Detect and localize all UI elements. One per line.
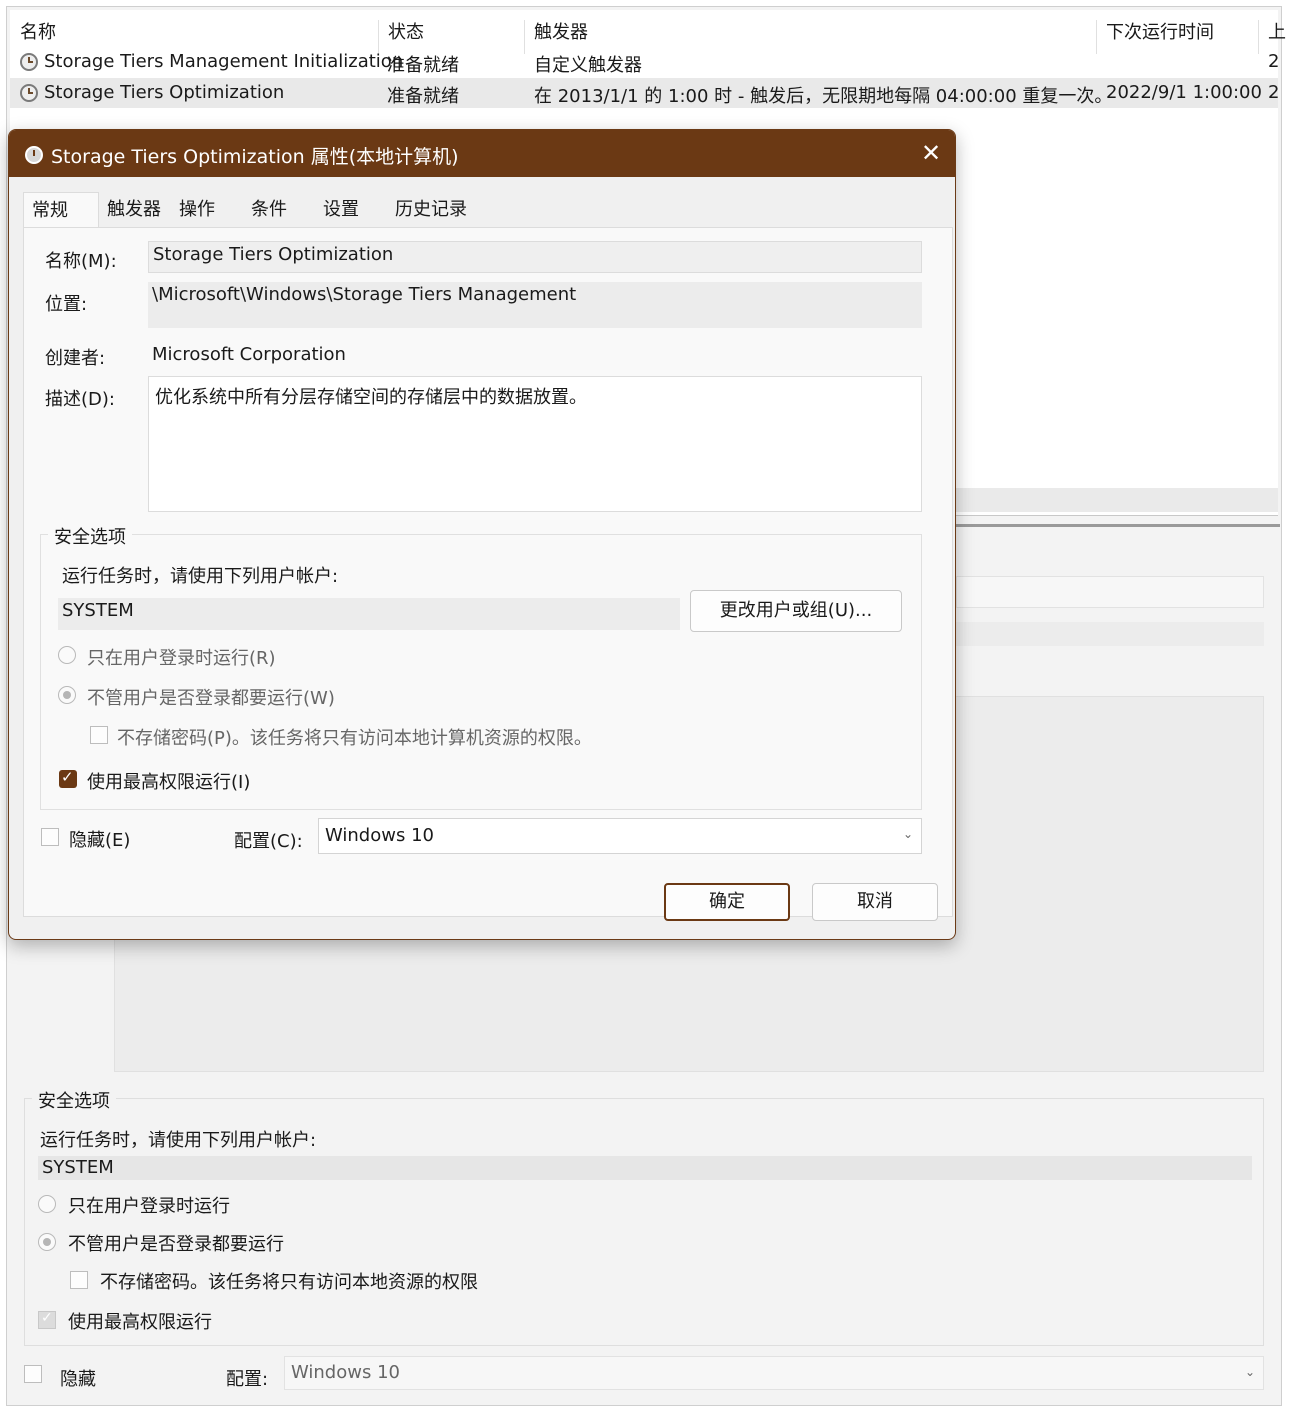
hidden-label: 隐藏(E) [69,830,131,851]
radio-logged-on-only[interactable] [58,646,76,664]
clock-icon [20,53,38,71]
background-no-store-password-label: 不存储密码。该任务将只有访问本地资源的权限 [100,1272,478,1293]
no-store-password-label: 不存储密码(P)。该任务将只有访问本地计算机资源的权限。 [117,728,592,749]
description-label: 描述(D): [45,389,115,410]
task-name: Storage Tiers Management Initialization [44,51,404,72]
table-row[interactable]: Storage Tiers Management Initialization … [10,47,1280,77]
description-textarea[interactable]: 优化系统中所有分层存储空间的存储层中的数据放置。 [148,376,922,512]
radio-whether-logged-on[interactable] [58,686,76,704]
checkbox-hidden[interactable] [41,828,59,846]
dialog-titlebar[interactable]: Storage Tiers Optimization 属性(本地计算机) ✕ [9,130,955,177]
radio-whether-label: 不管用户是否登录都要运行(W) [87,688,335,709]
background-config-label: 配置: [226,1369,269,1390]
location-label: 位置: [45,294,88,315]
background-radio-logged-on [38,1195,56,1213]
table-row-selected[interactable]: Storage Tiers Optimization 准备就绪 在 2013/1… [10,78,1280,108]
tab-actions[interactable]: 操作 [171,192,243,228]
tab-history[interactable]: 历史记录 [387,192,483,228]
cancel-button[interactable]: 取消 [812,883,938,921]
ok-button[interactable]: 确定 [664,883,790,921]
background-security-title: 安全选项 [32,1087,116,1113]
column-header-status[interactable]: 状态 [388,18,424,44]
task-name: Storage Tiers Optimization [44,82,285,103]
tab-conditions[interactable]: 条件 [243,192,315,228]
background-radio-whether-label: 不管用户是否登录都要运行 [68,1234,284,1255]
change-user-button[interactable]: 更改用户或组(U)... [690,590,902,632]
config-value: Windows 10 [325,825,434,846]
checkbox-highest-privileges[interactable] [59,768,77,788]
location-value: \Microsoft\Windows\Storage Tiers Managem… [152,284,577,305]
close-icon[interactable]: ✕ [915,138,947,168]
background-checkbox-no-store-password [70,1271,88,1289]
background-radio-logged-on-label: 只在用户登录时运行 [68,1196,230,1217]
run-as-label: 运行任务时，请使用下列用户帐户: [62,566,339,587]
background-account-value: SYSTEM [42,1157,114,1178]
background-field [956,622,1264,646]
column-header-trigger[interactable]: 触发器 [534,18,588,44]
description-value: 优化系统中所有分层存储空间的存储层中的数据放置。 [155,387,587,408]
security-options-title: 安全选项 [48,523,132,549]
chevron-down-icon: ⌄ [902,827,913,841]
background-config-select: Windows 10 ⌄ [284,1356,1264,1390]
radio-logged-on-label: 只在用户登录时运行(R) [87,648,276,669]
account-field: SYSTEM [58,598,680,630]
background-checkbox-hidden [24,1365,42,1383]
background-account-field: SYSTEM [38,1156,1252,1180]
author-label: 创建者: [45,348,106,369]
task-last-run: 2 [1268,82,1280,103]
background-hidden-label: 隐藏 [60,1369,96,1390]
background-field [956,576,1264,608]
config-label: 配置(C): [234,831,303,852]
task-status: 准备就绪 [387,86,459,107]
name-field[interactable]: Storage Tiers Optimization [148,241,922,273]
account-value: SYSTEM [62,600,134,621]
properties-dialog: Storage Tiers Optimization 属性(本地计算机) ✕ 常… [8,129,956,940]
general-tab-panel: 名称(M): Storage Tiers Optimization 位置: \M… [23,227,953,917]
column-header-last-run[interactable]: 上 [1268,18,1286,44]
chevron-down-icon: ⌄ [1244,1365,1255,1379]
column-header-name[interactable]: 名称 [20,18,56,44]
dialog-title: Storage Tiers Optimization 属性(本地计算机) [51,146,459,168]
background-radio-whether [38,1233,56,1251]
task-status: 准备就绪 [387,55,459,76]
tab-settings[interactable]: 设置 [315,192,387,228]
background-config-value: Windows 10 [291,1362,400,1383]
name-label: 名称(M): [45,251,117,272]
config-select[interactable]: Windows 10 ⌄ [318,818,922,854]
column-header-next-run[interactable]: 下次运行时间 [1106,18,1214,44]
location-field: \Microsoft\Windows\Storage Tiers Managem… [148,282,922,328]
task-last-run: 2 [1268,51,1280,72]
task-list-header: 名称 状态 触发器 下次运行时间 上 [10,10,1286,54]
author-value: Microsoft Corporation [152,344,346,365]
clock-icon [20,84,38,102]
task-trigger: 自定义触发器 [534,55,642,76]
task-next-run: 2022/9/1 1:00:00 [1106,82,1262,103]
background-checkbox-highest [38,1310,56,1329]
clock-icon [25,146,43,164]
author-field: Microsoft Corporation [148,342,922,370]
highest-privileges-label: 使用最高权限运行(I) [87,772,251,793]
tab-general[interactable]: 常规 [23,192,99,228]
background-run-as-label: 运行任务时，请使用下列用户帐户: [40,1130,317,1151]
task-trigger: 在 2013/1/1 的 1:00 时 - 触发后，无限期地每隔 04:00:0… [534,86,1113,107]
tab-triggers[interactable]: 触发器 [99,192,171,228]
name-value: Storage Tiers Optimization [153,244,394,265]
pane-splitter[interactable] [956,524,1280,527]
checkbox-no-store-password[interactable] [90,726,108,744]
background-highest-label: 使用最高权限运行 [68,1312,212,1333]
